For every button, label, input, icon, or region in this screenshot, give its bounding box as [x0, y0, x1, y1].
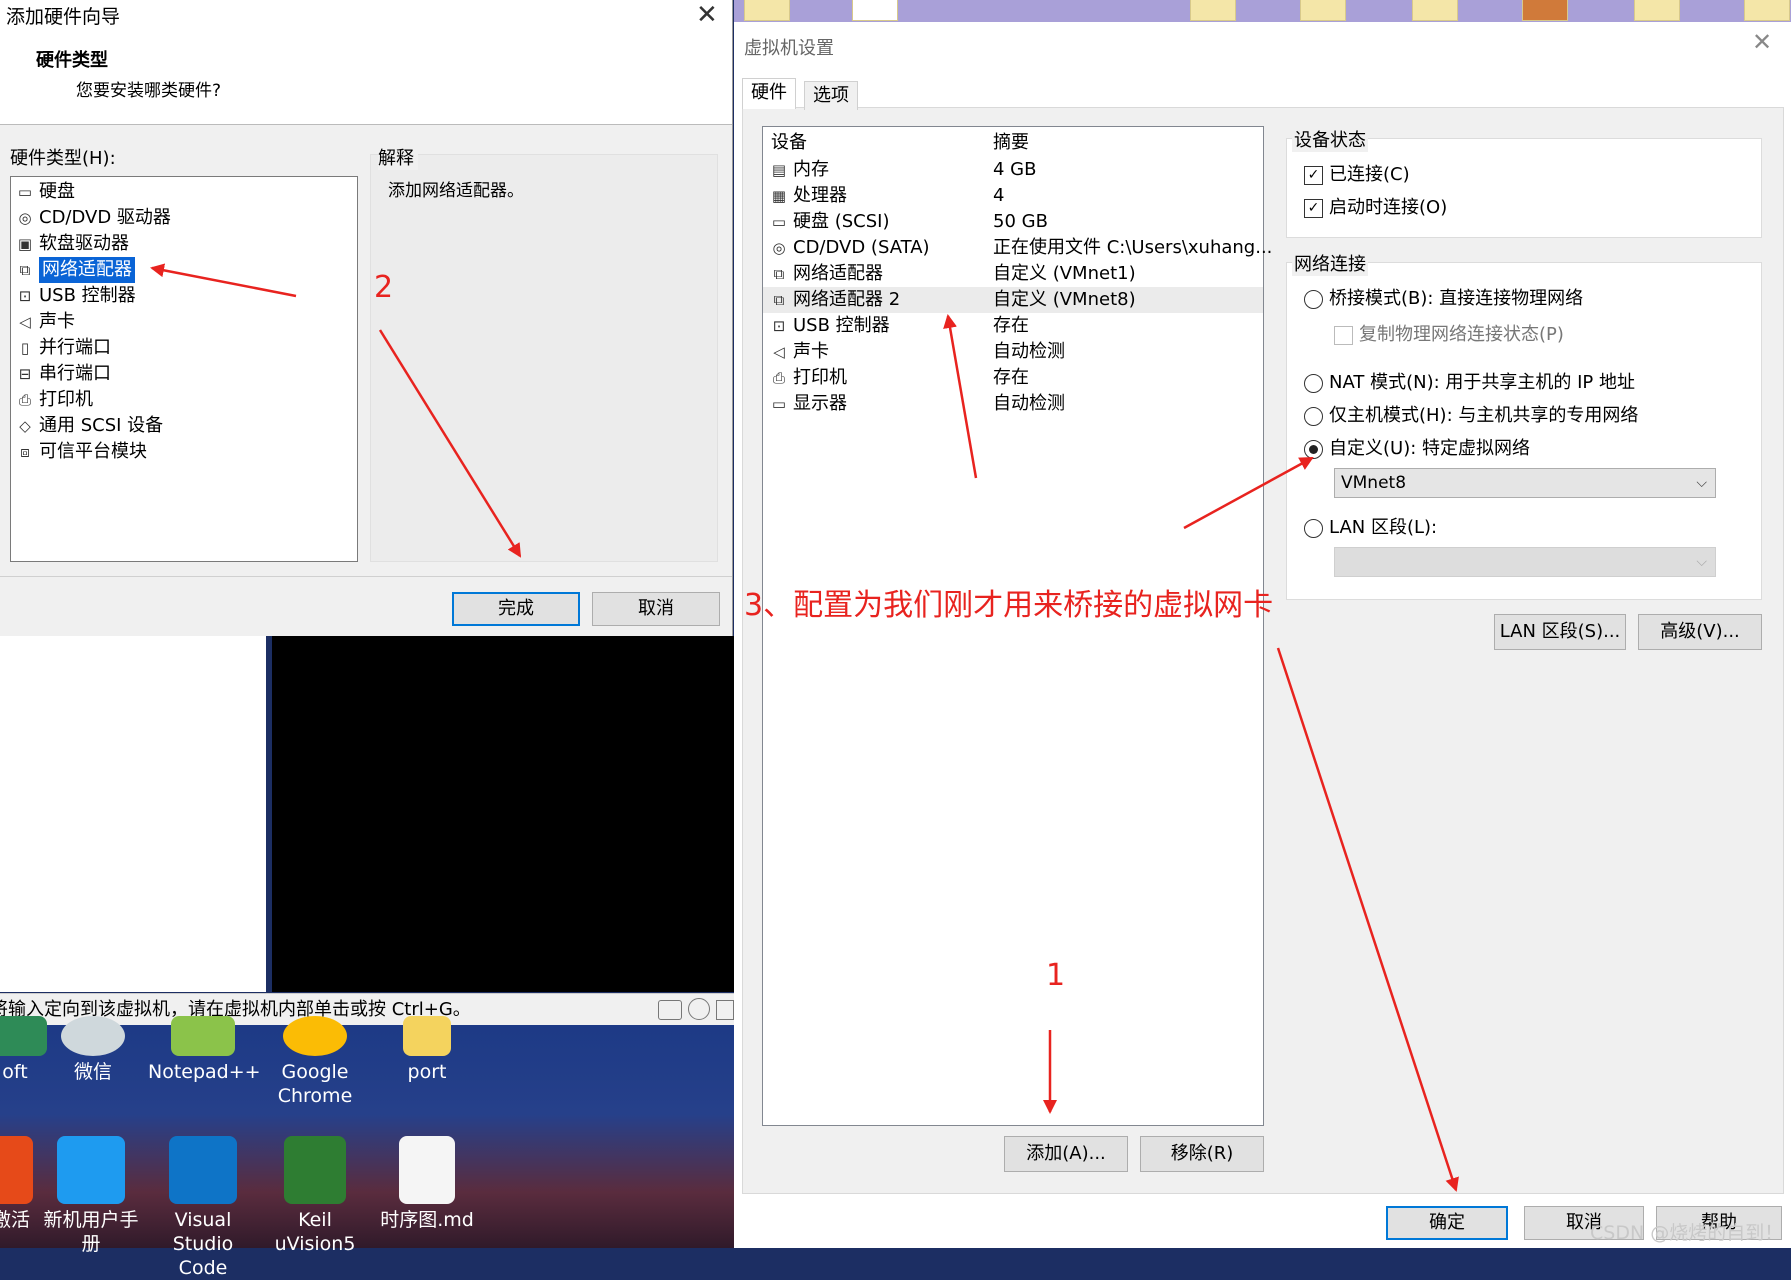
annotation-step2: 2 — [374, 270, 394, 305]
annotation-arrows — [150, 263, 1459, 1192]
arrow-to-ok — [1276, 647, 1459, 1192]
arrow-to-custom — [1183, 456, 1314, 530]
arrow-to-finish — [378, 329, 522, 558]
annotation-step3: 3、配置为我们刚才用来桥接的虚拟网卡 — [744, 588, 1274, 623]
arrow-to-adapter2 — [943, 314, 978, 479]
annotation-step1: 1 — [1046, 958, 1066, 993]
watermark: CSDN @烧烤的自到！ — [1590, 1222, 1784, 1244]
arrow-to-network-adapter — [150, 263, 297, 298]
